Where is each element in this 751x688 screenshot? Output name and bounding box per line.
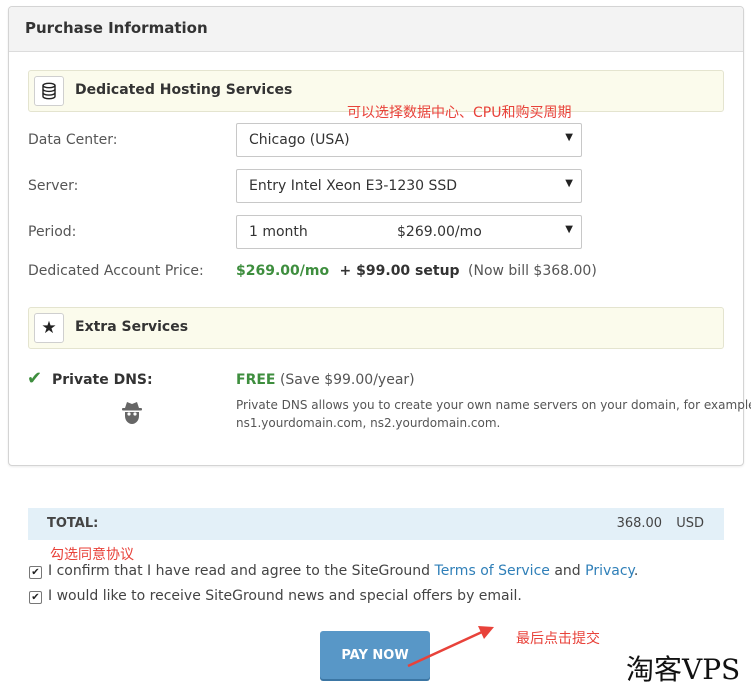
chevron-down-icon: ▼ bbox=[565, 178, 573, 189]
newsletter-text: I would like to receive SiteGround news … bbox=[48, 588, 522, 604]
confirm-text: I confirm that I have read and agree to … bbox=[48, 563, 638, 579]
arrow-icon bbox=[407, 626, 494, 668]
spy-icon bbox=[120, 400, 144, 430]
data-center-label: Data Center: bbox=[28, 132, 118, 148]
annotation-submit: 最后点击提交 bbox=[516, 631, 600, 647]
data-center-value: Chicago (USA) bbox=[249, 132, 350, 148]
extra-services-section: ★ Extra Services bbox=[28, 307, 724, 349]
setup-fee: + $99.00 setup bbox=[339, 263, 460, 279]
account-price-row: $269.00/mo + $99.00 setup (Now bill $368… bbox=[236, 263, 597, 279]
database-icon bbox=[34, 76, 64, 106]
account-price-value: $269.00/mo bbox=[236, 263, 330, 279]
newsletter-checkbox[interactable]: ✔ bbox=[29, 591, 42, 604]
section-label-extra: Extra Services bbox=[75, 319, 189, 335]
account-price-label: Dedicated Account Price: bbox=[28, 263, 204, 279]
confirm-text-before: I confirm that I have read and agree to … bbox=[48, 563, 435, 579]
privacy-link[interactable]: Privacy bbox=[585, 563, 634, 579]
chevron-down-icon: ▼ bbox=[565, 132, 573, 143]
terms-of-service-link[interactable]: Terms of Service bbox=[435, 563, 550, 579]
watermark: 淘客VPS bbox=[626, 653, 741, 686]
data-center-select[interactable]: Chicago (USA) ▼ bbox=[236, 123, 582, 157]
private-dns-save: (Save $99.00/year) bbox=[279, 372, 415, 388]
private-dns-description-1: Private DNS allows you to create your ow… bbox=[236, 398, 751, 412]
total-bar: TOTAL: 368.00 USD bbox=[28, 508, 724, 540]
confirm-checkbox[interactable]: ✔ bbox=[29, 566, 42, 579]
server-value: Entry Intel Xeon E3-1230 SSD bbox=[249, 178, 458, 194]
total-label: TOTAL: bbox=[47, 516, 99, 531]
server-select[interactable]: Entry Intel Xeon E3-1230 SSD ▼ bbox=[236, 169, 582, 203]
server-label: Server: bbox=[28, 178, 79, 194]
confirm-and-text: and bbox=[549, 563, 586, 579]
total-amount-row: 368.00 USD bbox=[617, 516, 704, 531]
section-label-dedicated: Dedicated Hosting Services bbox=[75, 82, 293, 98]
star-icon: ★ bbox=[34, 313, 64, 343]
private-dns-free: FREE bbox=[236, 372, 276, 388]
period-price: $269.00/mo bbox=[397, 224, 482, 240]
period-select[interactable]: 1 month $269.00/mo ▼ bbox=[236, 215, 582, 249]
annotation-select-options: 可以选择数据中心、CPU和购买周期 bbox=[347, 105, 572, 121]
private-dns-price-row: FREE (Save $99.00/year) bbox=[236, 372, 415, 388]
chevron-down-icon: ▼ bbox=[565, 224, 573, 235]
private-dns-description-2: ns1.yourdomain.com, ns2.yourdomain.com. bbox=[236, 416, 501, 430]
period-label: Period: bbox=[28, 224, 77, 240]
panel-header: Purchase Information bbox=[9, 7, 743, 52]
checkmark-icon: ✔ bbox=[27, 368, 43, 389]
confirm-period: . bbox=[633, 563, 639, 579]
annotation-agree: 勾选同意协议 bbox=[50, 547, 134, 563]
period-value: 1 month bbox=[249, 224, 308, 240]
private-dns-label: Private DNS: bbox=[52, 372, 153, 388]
total-currency: USD bbox=[676, 516, 704, 531]
panel-title: Purchase Information bbox=[25, 19, 208, 37]
bill-total: (Now bill $368.00) bbox=[468, 263, 597, 279]
total-amount: 368.00 bbox=[616, 516, 663, 531]
